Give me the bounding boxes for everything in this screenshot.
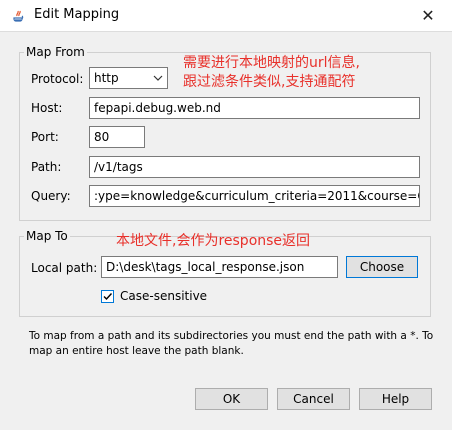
case-sensitive-checkbox[interactable] xyxy=(101,290,114,303)
protocol-value: http xyxy=(94,71,119,85)
help-hint-line1: To map from a path and its subdirectorie… xyxy=(29,330,434,342)
map-to-legend: Map To xyxy=(26,229,68,243)
checkmark-icon xyxy=(103,293,113,301)
host-input[interactable]: fepapi.debug.web.nd xyxy=(89,97,420,119)
java-app-icon xyxy=(13,10,24,22)
query-label: Query: xyxy=(31,189,71,203)
query-input[interactable]: :ype=knowledge&curriculum_criteria=2011&… xyxy=(89,185,420,207)
local-path-input[interactable]: D:\desk\tags_local_response.json xyxy=(101,256,338,278)
map-to-annotation: 本地文件,会作为response返回 xyxy=(116,233,311,249)
ok-button[interactable]: OK xyxy=(195,388,268,410)
cancel-button[interactable]: Cancel xyxy=(277,388,350,410)
close-icon: ✕ xyxy=(421,6,435,25)
local-path-label: Local path: xyxy=(31,261,98,275)
map-from-annotation: 需要进行本地映射的url信息, 跟过滤条件类似,支持通配符 xyxy=(183,54,360,92)
protocol-label: Protocol: xyxy=(31,72,84,86)
host-label: Host: xyxy=(31,101,63,115)
title-bar: Edit Mapping ✕ xyxy=(0,0,452,31)
help-hint-line2: map an entire host leave the path blank. xyxy=(29,345,244,357)
map-from-annotation-line2: 跟过滤条件类似,支持通配符 xyxy=(183,74,356,90)
case-sensitive-label: Case-sensitive xyxy=(120,289,208,303)
path-input[interactable]: /v1/tags xyxy=(89,156,420,178)
dialog-body: Map From Protocol: http 需要进行本地映射的url信息, … xyxy=(0,31,452,430)
map-from-annotation-line1: 需要进行本地映射的url信息, xyxy=(183,55,360,71)
choose-button[interactable]: Choose xyxy=(346,256,418,278)
port-input[interactable]: 80 xyxy=(89,126,145,148)
port-label: Port: xyxy=(31,130,59,144)
path-label: Path: xyxy=(31,160,62,174)
close-button[interactable]: ✕ xyxy=(408,1,448,30)
help-button[interactable]: Help xyxy=(359,388,432,410)
protocol-select[interactable]: http xyxy=(89,67,168,89)
window-title: Edit Mapping xyxy=(34,7,120,22)
map-from-legend: Map From xyxy=(26,45,85,59)
chevron-down-icon xyxy=(153,75,163,81)
help-hint: To map from a path and its subdirectorie… xyxy=(29,329,433,359)
